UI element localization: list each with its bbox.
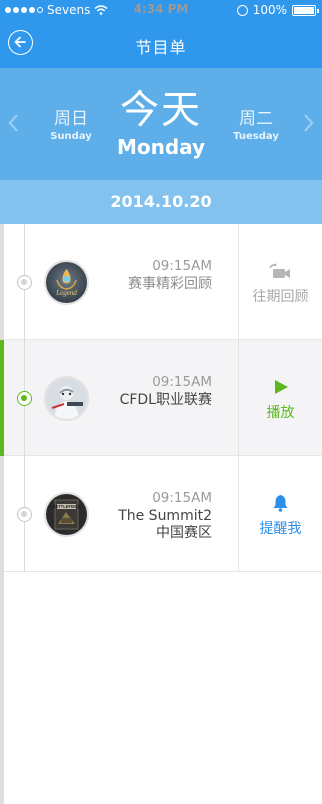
program-time: 09:15AM <box>152 490 212 506</box>
row-rail <box>0 456 4 804</box>
program-row[interactable]: BATTLEFIELD 09:15AM The Summit2 中国赛区 提醒我 <box>0 456 322 804</box>
timeline-node <box>17 275 32 290</box>
program-name: 赛事精彩回顾 <box>128 276 212 292</box>
replay-button[interactable]: 往期回顾 <box>239 224 322 340</box>
play-icon <box>275 380 288 394</box>
timeline-node <box>17 507 32 522</box>
battery-percent: 100% <box>252 3 287 17</box>
program-thumbnail <box>44 376 89 421</box>
program-thumbnail: BATTLEFIELD <box>44 492 89 537</box>
current-day: 今天 Monday <box>100 88 222 159</box>
program-list: Legend 09:15AM 赛事精彩回顾 往期回顾 09:15AM CFDL职… <box>0 224 322 804</box>
program-time: 09:15AM <box>152 258 212 274</box>
svg-text:Legend: Legend <box>55 289 77 297</box>
page-title: 节目单 <box>135 38 187 57</box>
timeline-node <box>17 391 32 406</box>
program-row[interactable]: 09:15AM CFDL职业联赛 播放 <box>0 340 322 456</box>
prev-day[interactable]: 周日 Sunday <box>36 104 106 142</box>
current-day-en: Monday <box>116 135 206 159</box>
remind-label: 提醒我 <box>259 521 302 537</box>
status-right: 100% <box>236 3 319 17</box>
rotation-lock-icon <box>236 4 248 16</box>
app-header: Sevens 4:34 PM 100% 节目单 <box>0 0 322 68</box>
next-day[interactable]: 周二 Tuesday <box>221 104 291 142</box>
next-day-en: Tuesday <box>233 131 279 142</box>
current-day-cn: 今天 <box>119 88 202 133</box>
chevron-left-icon[interactable] <box>7 113 19 133</box>
play-label: 播放 <box>266 405 295 421</box>
date-label: 2014.10.20 <box>0 180 322 224</box>
program-name: The Summit2 中国赛区 <box>118 508 212 542</box>
active-indicator <box>0 340 4 456</box>
day-selector: 周日 Sunday 今天 Monday 周二 Tuesday <box>0 68 322 180</box>
prev-day-en: Sunday <box>50 131 92 142</box>
next-day-cn: 周二 <box>239 109 273 129</box>
play-button[interactable]: 播放 <box>239 340 322 456</box>
status-bar: Sevens 4:34 PM 100% <box>0 0 322 20</box>
battery-icon <box>292 4 319 16</box>
chevron-right-icon[interactable] <box>303 113 315 133</box>
program-name-line1: The Summit2 <box>118 508 212 524</box>
svg-text:BATTLEFIELD: BATTLEFIELD <box>52 504 80 509</box>
replay-camera-icon <box>269 263 290 278</box>
program-time: 09:15AM <box>152 374 212 390</box>
program-name-line2: 中国赛区 <box>156 525 212 541</box>
bell-icon <box>273 495 288 512</box>
remind-button[interactable]: 提醒我 <box>239 456 322 572</box>
replay-label: 往期回顾 <box>252 289 309 305</box>
program-row[interactable]: Legend 09:15AM 赛事精彩回顾 往期回顾 <box>0 224 322 572</box>
program-thumbnail: Legend <box>44 260 89 305</box>
prev-day-cn: 周日 <box>54 109 88 129</box>
program-name: CFDL职业联赛 <box>119 392 212 408</box>
